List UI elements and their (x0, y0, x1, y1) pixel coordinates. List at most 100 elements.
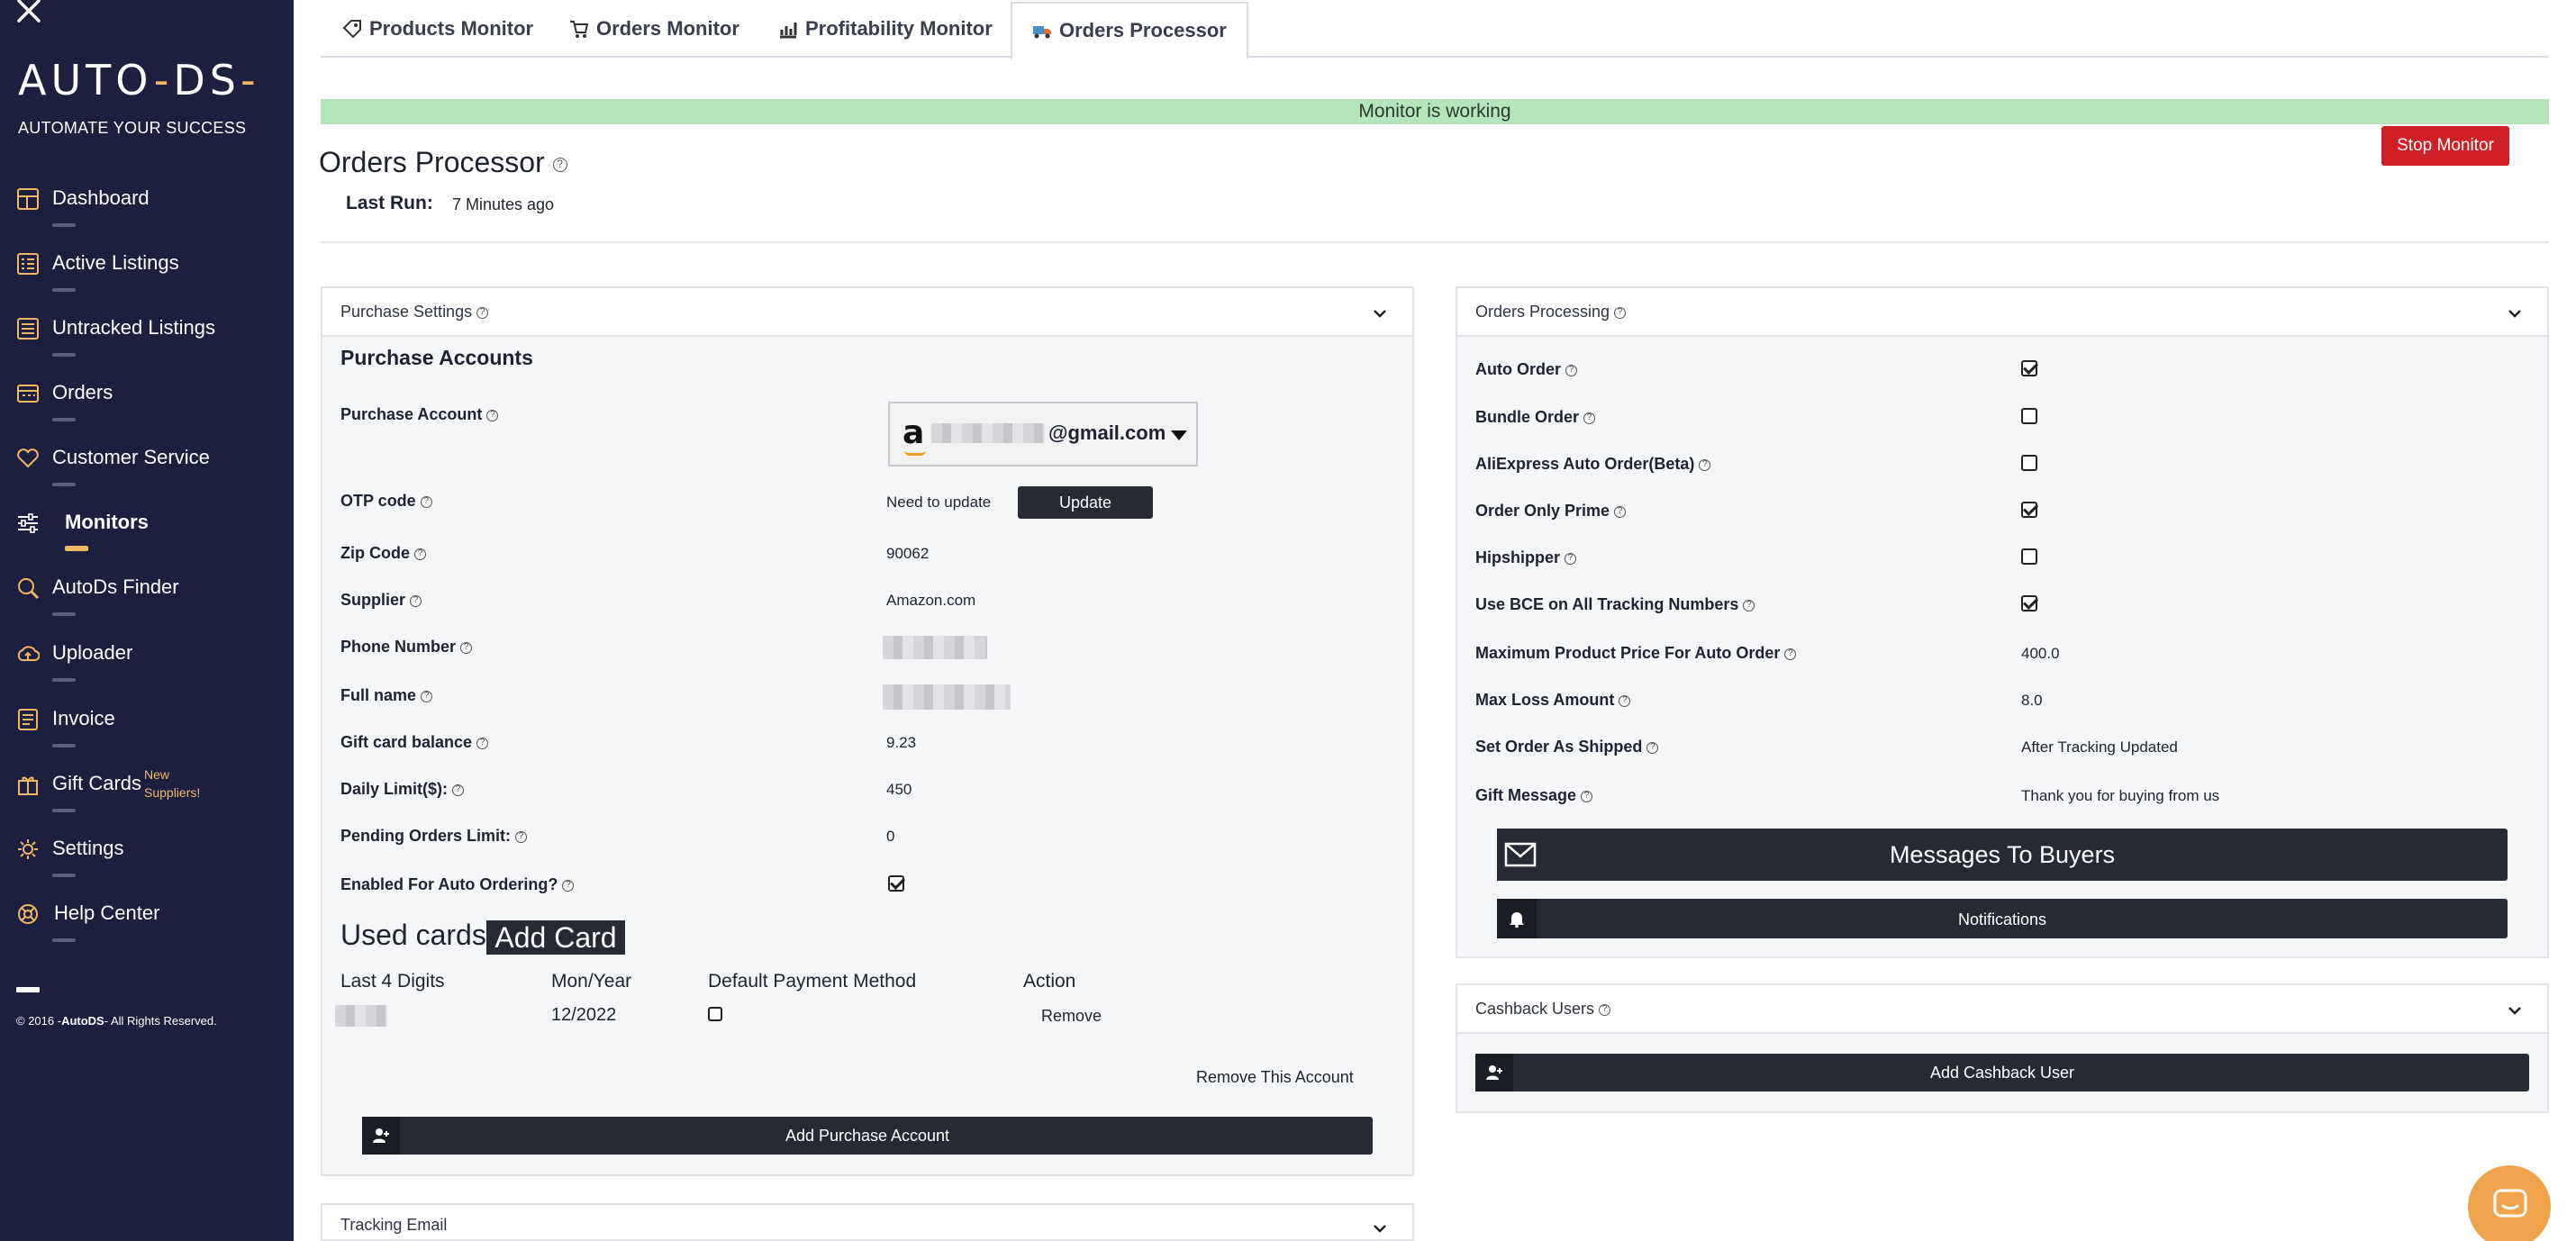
sidebar-item-orders[interactable]: Orders (0, 373, 294, 421)
zip-code-value: 90062 (886, 545, 930, 562)
sidebar-item-autods-finder[interactable]: AutoDs Finder (0, 567, 294, 616)
update-otp-button[interactable]: Update (1018, 486, 1153, 519)
redacted-card-digits (335, 1005, 387, 1027)
use-bce-checkbox[interactable] (2021, 595, 2037, 611)
sidebar-item-label: Help Center (54, 901, 160, 924)
purchase-settings-header[interactable]: Purchase Settings ? (322, 288, 1412, 337)
redacted-phone (883, 636, 987, 659)
panel-title: Orders Processing ? (1475, 303, 1627, 322)
auto-order-checkbox[interactable] (2021, 360, 2037, 376)
tracking-email-panel[interactable]: Tracking Email (321, 1203, 1414, 1241)
help-icon[interactable]: ? (1565, 552, 1577, 565)
tab-label: Products Monitor (369, 17, 534, 40)
help-icon[interactable]: ? (1699, 458, 1711, 471)
sidebar-item-uploader[interactable]: Uploader (0, 633, 294, 682)
nav-underline (52, 938, 76, 942)
help-icon[interactable]: ? (515, 830, 528, 843)
sidebar: AUTO-DS- AUTOMATE YOUR SUCCESS Dashboard… (0, 0, 294, 1241)
default-payment-checkbox[interactable] (708, 1007, 722, 1021)
sidebar-item-active-listings[interactable]: Active Listings (0, 243, 294, 292)
tab-label: Orders Processor (1059, 19, 1227, 41)
help-icon[interactable]: ? (1614, 306, 1627, 319)
tab-orders-processor[interactable]: Orders Processor (1011, 2, 1248, 59)
listings-icon (17, 253, 39, 275)
remove-card-link[interactable]: Remove (1041, 1007, 1102, 1026)
nav-underline (52, 223, 76, 227)
supplier-value: Amazon.com (886, 592, 976, 609)
max-loss-amount-value: 8.0 (2021, 692, 2043, 709)
sidebar-item-label: Monitors (65, 511, 149, 533)
help-icon[interactable]: ? (410, 594, 422, 607)
tab-products-monitor[interactable]: Products Monitor (342, 0, 533, 58)
chat-widget-button[interactable] (2468, 1165, 2551, 1241)
help-icon[interactable]: ? (420, 495, 432, 508)
chevron-down-icon[interactable] (1373, 308, 1387, 319)
help-icon[interactable]: ? (1599, 1003, 1611, 1016)
tab-profitability-monitor[interactable]: Profitability Monitor (778, 0, 993, 58)
help-icon[interactable]: ? (476, 306, 489, 319)
help-icon[interactable]: ? (421, 690, 433, 702)
sidebar-item-customer-service[interactable]: Customer Service (0, 438, 294, 486)
amazon-smile-icon (904, 450, 926, 456)
zip-code-label: Zip Code ? (340, 544, 427, 563)
help-icon[interactable]: ? (1743, 599, 1755, 611)
help-icon[interactable]: ? (1565, 364, 1578, 376)
help-icon[interactable]: ? (1619, 694, 1631, 707)
cashback-users-header[interactable]: Cashback Users ? (1457, 985, 2547, 1034)
chevron-down-icon[interactable] (2508, 308, 2522, 319)
close-icon[interactable] (16, 0, 45, 23)
help-icon[interactable]: ? (486, 409, 499, 421)
nav-underline (52, 483, 76, 486)
help-icon[interactable]: ? (476, 737, 489, 749)
help-icon[interactable]: ? (552, 157, 567, 172)
sidebar-item-help-center[interactable]: Help Center (0, 893, 294, 942)
pending-orders-limit-label: Pending Orders Limit: ? (340, 827, 528, 846)
help-icon[interactable]: ? (452, 784, 465, 796)
tab-orders-monitor[interactable]: Orders Monitor (569, 0, 739, 58)
hipshipper-checkbox[interactable] (2021, 548, 2037, 565)
purchase-accounts-title: Purchase Accounts (340, 346, 533, 369)
button-label: Messages To Buyers (1889, 841, 2116, 868)
add-purchase-account-button[interactable]: Add Purchase Account (362, 1117, 1373, 1155)
redacted-email (931, 423, 1045, 443)
chevron-down-icon[interactable] (1373, 1223, 1387, 1234)
help-icon[interactable]: ? (1583, 412, 1596, 424)
sidebar-item-dashboard[interactable]: Dashboard (0, 178, 294, 227)
order-only-prime-checkbox[interactable] (2021, 502, 2037, 518)
hipshipper-label: Hipshipper ? (1475, 548, 1577, 567)
add-cashback-user-button[interactable]: Add Cashback User (1475, 1054, 2529, 1092)
sidebar-item-monitors[interactable]: Monitors (0, 503, 294, 551)
help-icon[interactable]: ? (562, 879, 575, 892)
cart-icon (570, 21, 589, 38)
last-run-label: Last Run: (346, 193, 433, 213)
help-icon[interactable]: ? (1646, 741, 1659, 754)
purchase-account-select[interactable]: a @gmail.com (888, 402, 1198, 467)
sidebar-item-settings[interactable]: Settings (0, 829, 294, 877)
full-name-label: Full name ? (340, 686, 433, 705)
add-card-button[interactable]: Add Card (486, 920, 625, 955)
chevron-down-icon[interactable] (2508, 1005, 2522, 1016)
stop-monitor-button[interactable]: Stop Monitor (2381, 126, 2509, 166)
remove-account-link[interactable]: Remove This Account (1196, 1068, 1354, 1087)
enabled-auto-ordering-checkbox[interactable] (888, 875, 904, 892)
messages-to-buyers-button[interactable]: Messages To Buyers (1497, 829, 2508, 881)
help-icon[interactable]: ? (1581, 790, 1593, 802)
help-icon[interactable]: ? (1784, 648, 1797, 660)
sidebar-item-label: AutoDs Finder (52, 575, 179, 598)
sidebar-item-gift-cards[interactable]: Gift Cards New Suppliers! (0, 764, 294, 812)
sidebar-item-label: Customer Service (52, 446, 210, 468)
help-icon[interactable]: ? (1614, 505, 1627, 518)
bundle-order-checkbox[interactable] (2021, 408, 2037, 424)
help-center-icon (18, 904, 38, 924)
help-icon[interactable]: ? (414, 548, 427, 560)
orders-processing-header[interactable]: Orders Processing ? (1457, 288, 2547, 337)
table-header: Mon/Year (551, 971, 632, 992)
sidebar-item-untracked-listings[interactable]: Untracked Listings (0, 308, 294, 357)
max-product-price-label: Maximum Product Price For Auto Order ? (1475, 644, 1797, 663)
gift-message-label: Gift Message ? (1475, 786, 1593, 805)
notifications-button[interactable]: Notifications (1497, 899, 2508, 938)
help-icon[interactable]: ? (460, 641, 473, 654)
sidebar-item-label: Invoice (52, 707, 115, 729)
sidebar-item-invoice[interactable]: Invoice (0, 699, 294, 747)
aliexpress-auto-order-checkbox[interactable] (2021, 455, 2037, 471)
